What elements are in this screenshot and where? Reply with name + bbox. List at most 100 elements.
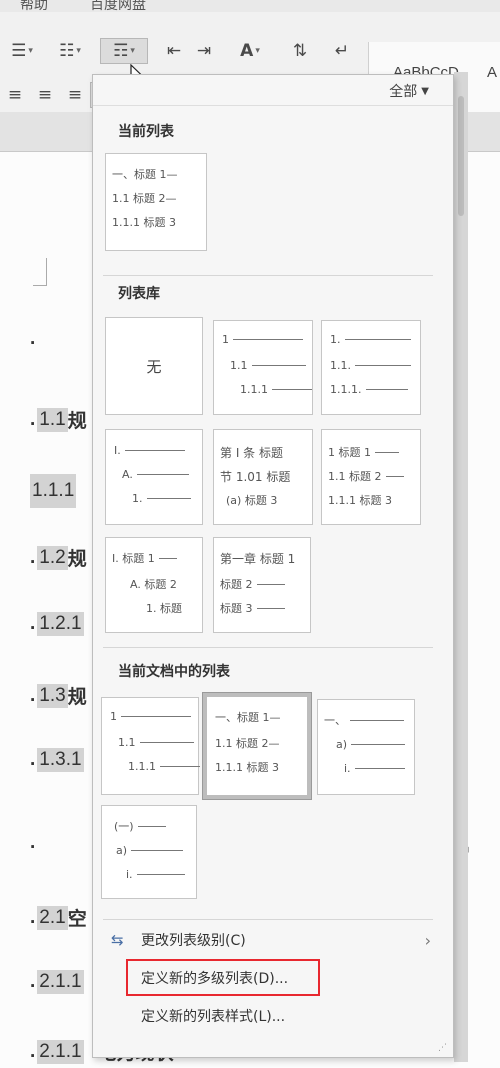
- thumb-level-3: 1.1.1 标题 3: [215, 761, 279, 774]
- align-left-button[interactable]: ≡: [2, 82, 28, 108]
- menu-tab-help[interactable]: 帮助: [20, 0, 48, 12]
- thumb-level-1: 第一章 标题 1: [220, 552, 296, 566]
- list-thumb-doc-heading-selected[interactable]: 一、标题 1— 1.1 标题 2— 1.1.1 标题 3: [202, 692, 312, 800]
- list-thumb-doc-chinese-paren[interactable]: (一) a) i.: [101, 805, 197, 899]
- thumb-line: [344, 339, 411, 340]
- list-bullet: .: [30, 408, 36, 430]
- thumb-level-1: 1: [222, 333, 229, 346]
- decrease-indent-button[interactable]: ⇤: [160, 38, 188, 64]
- list-number: 1.3.1: [37, 748, 84, 772]
- thumb-level-2: 1.1 标题 2: [328, 470, 382, 483]
- heading-text: 规: [67, 686, 87, 708]
- thumb-line: [121, 716, 191, 717]
- list-bullet: .: [30, 684, 36, 706]
- list-thumb-chapter[interactable]: 第一章 标题 1 标题 2 标题 3: [213, 537, 311, 633]
- thumb-level-3: i.: [344, 762, 351, 775]
- thumb-line: [351, 744, 406, 745]
- list-bullet: .: [30, 971, 36, 992]
- thumb-line: [251, 365, 306, 366]
- heading-1-2[interactable]: . 1.2 规: [30, 544, 87, 571]
- multilevel-list-icon: ☶: [113, 40, 129, 61]
- thumb-level-3: i.: [126, 868, 133, 881]
- thumb-line: [256, 583, 285, 585]
- show-marks-button[interactable]: ↵: [326, 38, 358, 64]
- align-right-icon: ≡: [67, 84, 83, 105]
- sort-button[interactable]: ⇅: [284, 38, 316, 64]
- text-effects-icon: A: [240, 40, 254, 61]
- bullets-button[interactable]: ☰ ▾: [2, 38, 42, 64]
- command-label: 更改列表级别(C): [141, 933, 246, 949]
- list-thumb-current[interactable]: 一、标题 1— 1.1 标题 2— 1.1.1 标题 3: [105, 153, 207, 251]
- divider: [103, 275, 433, 276]
- sort-icon: ⇅: [292, 40, 308, 61]
- heading-text: 规: [67, 548, 87, 570]
- heading-line[interactable]: .: [30, 328, 37, 350]
- divider: [103, 919, 433, 920]
- thumb-level-2: a): [336, 738, 348, 751]
- heading-2-1[interactable]: . 2.1 空: [30, 904, 87, 931]
- heading-1-1[interactable]: . 1.1 规: [30, 406, 87, 433]
- align-center-button[interactable]: ≡: [32, 82, 58, 108]
- section-title-current-list: 当前列表: [118, 124, 174, 140]
- heading-2-1-1[interactable]: . 2.1.1: [30, 970, 84, 994]
- list-thumb-roman[interactable]: I. A. 1.: [105, 429, 203, 525]
- list-thumb-article[interactable]: 第 I 条 标题 节 1.01 标题 (a) 标题 3: [213, 429, 313, 525]
- thumb-line: [272, 389, 312, 390]
- heading-line[interactable]: .: [30, 832, 37, 854]
- numbering-button[interactable]: ☷ ▾: [46, 38, 94, 64]
- thumb-level-3: 1.: [132, 492, 143, 505]
- list-thumb-none[interactable]: 无: [105, 317, 203, 415]
- list-bullet: .: [30, 749, 36, 770]
- thumb-level-2: 1.1.: [330, 359, 351, 372]
- align-center-icon: ≡: [37, 84, 53, 105]
- list-thumb-doc-numeric[interactable]: 1 1.1 1.1.1: [101, 697, 200, 795]
- heading-1-2-1[interactable]: . 1.2.1: [30, 612, 84, 636]
- change-list-level-command[interactable]: ⇆ 更改列表级别(C) ›: [93, 923, 453, 957]
- chevron-down-icon: ▾: [255, 46, 260, 56]
- list-thumb-roman-heading[interactable]: I. 标题 1 A. 标题 2 1. 标题: [105, 537, 203, 633]
- thumb-level-3: 1.1.1 标题 3: [112, 216, 176, 229]
- thumb-level-3: (a) 标题 3: [226, 494, 278, 507]
- list-thumb-numeric[interactable]: 1 1.1 1.1.1: [213, 320, 313, 415]
- thumb-level-1: I. 标题 1: [112, 552, 155, 565]
- chevron-down-icon: ▾: [76, 46, 81, 56]
- list-thumb-numeric-dot[interactable]: 1. 1.1. 1.1.1.: [321, 320, 421, 415]
- thumb-level-3: 1. 标题: [146, 602, 182, 615]
- none-label: 无: [146, 357, 162, 376]
- define-list-style-command[interactable]: 定义新的列表样式(L)...: [93, 999, 453, 1033]
- list-bullet: .: [30, 832, 36, 853]
- thumb-level-2: 标题 2: [220, 578, 253, 591]
- panel-scrollbar-thumb[interactable]: [458, 96, 464, 216]
- style-sample-next[interactable]: A: [487, 64, 497, 81]
- increase-indent-button[interactable]: ⇥: [190, 38, 218, 64]
- bulleted-list-icon: ☰: [11, 40, 27, 61]
- thumb-line: [375, 451, 399, 453]
- thumb-line: [365, 389, 408, 390]
- thumb-level-3: 1.1.1.: [330, 383, 362, 396]
- filter-dropdown[interactable]: 全部 ▼: [389, 81, 429, 101]
- heading-1-3-1[interactable]: . 1.3.1: [30, 748, 84, 772]
- text-effects-button[interactable]: A ▾: [228, 38, 272, 64]
- command-label: 定义新的列表样式(L)...: [141, 1009, 286, 1025]
- thumb-level-2: a): [116, 844, 128, 857]
- thumb-level-1: 一、标题 1—: [112, 168, 178, 181]
- heading-1-3[interactable]: . 1.3 规: [30, 682, 87, 709]
- list-thumb-doc-chinese[interactable]: 一、 a) i.: [317, 699, 415, 795]
- thumb-line: [158, 557, 177, 559]
- thumb-line: [354, 768, 405, 769]
- filter-label: 全部: [389, 84, 418, 100]
- menu-tab-baidu-netdisk[interactable]: 百度网盘: [90, 0, 146, 12]
- list-level-icon: ⇆: [111, 931, 124, 949]
- multilevel-list-button[interactable]: ☶ ▾: [100, 38, 148, 64]
- thumb-level-2: 节 1.01 标题: [220, 470, 291, 484]
- panel-scrollbar[interactable]: [454, 72, 468, 1062]
- increase-indent-icon: ⇥: [196, 40, 212, 61]
- align-right-button[interactable]: ≡: [62, 82, 88, 108]
- list-number: 2.1.1: [37, 970, 84, 994]
- thumb-line: [160, 766, 200, 767]
- decrease-indent-icon: ⇤: [166, 40, 182, 61]
- thumb-level-3: 标题 3: [220, 602, 253, 615]
- list-thumb-heading-numeric[interactable]: 1 标题 1 1.1 标题 2 1.1.1 标题 3: [321, 429, 421, 525]
- resize-grip-icon[interactable]: ⋰: [438, 1043, 447, 1053]
- heading-1-1-1[interactable]: 1.1.1: [30, 474, 77, 508]
